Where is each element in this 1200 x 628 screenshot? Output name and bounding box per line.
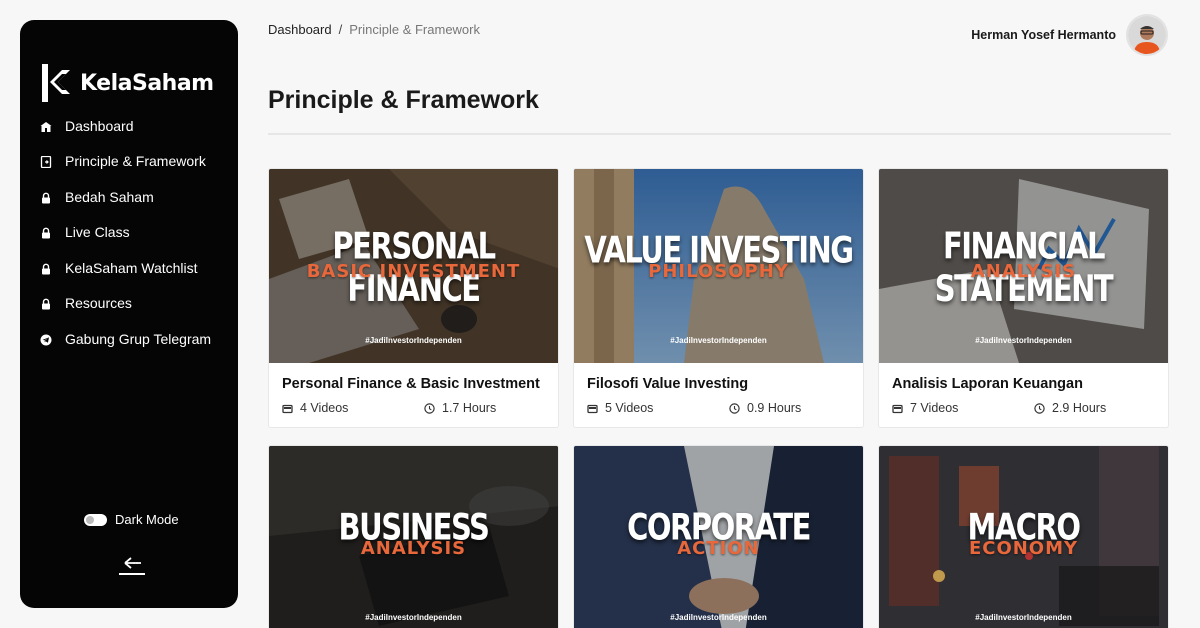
- sidebar-item-watchlist[interactable]: KelaSaham Watchlist: [40, 250, 230, 286]
- course-thumbnail: VALUE INVESTING PHILOSOPHY #JadiInvestor…: [574, 169, 863, 363]
- user-name: Herman Yosef Hermanto: [971, 28, 1116, 42]
- sidebar-item-label: Resources: [65, 295, 132, 312]
- thumbnail-subtitle: PHILOSOPHY: [648, 261, 789, 282]
- dark-mode-toggle[interactable]: Dark Mode: [84, 512, 179, 527]
- thumbnail-subtitle: BASIC INVESTMENT: [306, 261, 521, 282]
- app-name: KelaSaham: [80, 70, 214, 96]
- video-count-label: 5 Videos: [605, 401, 654, 415]
- thumbnail-hashtag: #JadiInvestorIndependen: [365, 336, 462, 345]
- video-icon: [892, 403, 903, 414]
- course-card[interactable]: CORPORATE ACTION #JadiInvestorIndependen: [573, 445, 864, 628]
- course-card[interactable]: VALUE INVESTING PHILOSOPHY #JadiInvestor…: [573, 168, 864, 428]
- sidebar-item-label: Dashboard: [65, 117, 134, 134]
- duration-label: 1.7 Hours: [442, 401, 497, 415]
- avatar[interactable]: [1126, 14, 1168, 56]
- arrow-left-icon: [117, 557, 147, 581]
- user-menu[interactable]: Herman Yosef Hermanto: [971, 14, 1168, 56]
- duration: 0.9 Hours: [729, 401, 801, 415]
- course-thumbnail: MACRO ECONOMY #JadiInvestorIndependen: [879, 446, 1168, 628]
- thumbnail-hashtag: #JadiInvestorIndependen: [670, 336, 767, 345]
- dark-mode-label: Dark Mode: [115, 512, 179, 527]
- lock-icon: [40, 297, 52, 310]
- sidebar-item-dashboard[interactable]: Dashboard: [40, 108, 230, 144]
- sidebar-item-telegram[interactable]: Gabung Grup Telegram: [40, 321, 230, 357]
- sidebar-item-label: KelaSaham Watchlist: [65, 259, 198, 276]
- video-count-label: 7 Videos: [910, 401, 959, 415]
- sidebar-nav: Dashboard Principle & Framework Bedah Sa…: [40, 108, 230, 357]
- video-count: 4 Videos: [282, 401, 424, 415]
- page-title: Principle & Framework: [268, 86, 539, 114]
- sidebar-item-label: Bedah Saham: [65, 188, 154, 205]
- thumbnail-subtitle: ANALYSIS: [970, 261, 1077, 282]
- divider: [268, 133, 1171, 135]
- duration: 1.7 Hours: [424, 401, 496, 415]
- card-body: Personal Finance & Basic Investment 4 Vi…: [269, 363, 558, 427]
- collapse-sidebar-button[interactable]: [117, 555, 147, 577]
- kelasaham-logo-icon: [40, 62, 74, 104]
- course-card[interactable]: BUSINESS ANALYSIS #JadiInvestorIndepende…: [268, 445, 559, 628]
- sidebar-item-live-class[interactable]: Live Class: [40, 215, 230, 251]
- breadcrumb-dashboard-link[interactable]: Dashboard: [268, 22, 332, 37]
- thumbnail-subtitle: ANALYSIS: [360, 538, 467, 559]
- telegram-icon: [40, 333, 52, 346]
- sidebar-item-label: Gabung Grup Telegram: [65, 330, 212, 347]
- sidebar: KelaSaham Dashboard Principle & Framewor…: [20, 20, 238, 608]
- duration: 2.9 Hours: [1034, 401, 1106, 415]
- course-card[interactable]: MACRO ECONOMY #JadiInvestorIndependen: [878, 445, 1169, 628]
- breadcrumb: Dashboard / Principle & Framework: [268, 22, 480, 37]
- sidebar-item-principle-framework[interactable]: Principle & Framework: [40, 144, 230, 180]
- course-card[interactable]: FINANCIAL STATEMENT ANALYSIS #JadiInvest…: [878, 168, 1169, 428]
- thumbnail-hashtag: #JadiInvestorIndependen: [975, 336, 1072, 345]
- app-logo[interactable]: KelaSaham: [40, 62, 214, 104]
- course-meta: 5 Videos 0.9 Hours: [587, 401, 849, 415]
- sidebar-item-resources[interactable]: Resources: [40, 286, 230, 322]
- card-body: Filosofi Value Investing 5 Videos 0.9 Ho…: [574, 363, 863, 427]
- lock-icon: [40, 262, 52, 275]
- video-icon: [282, 403, 293, 414]
- video-count-label: 4 Videos: [300, 401, 349, 415]
- sidebar-item-bedah-saham[interactable]: Bedah Saham: [40, 179, 230, 215]
- breadcrumb-current: Principle & Framework: [349, 22, 480, 37]
- document-icon: [40, 155, 52, 169]
- course-meta: 7 Videos 2.9 Hours: [892, 401, 1154, 415]
- duration-label: 0.9 Hours: [747, 401, 802, 415]
- duration-label: 2.9 Hours: [1052, 401, 1107, 415]
- toggle-switch[interactable]: [84, 513, 107, 526]
- thumbnail-hashtag: #JadiInvestorIndependen: [975, 613, 1072, 622]
- course-title: Personal Finance & Basic Investment: [282, 376, 540, 392]
- course-thumbnail: CORPORATE ACTION #JadiInvestorIndependen: [574, 446, 863, 628]
- sidebar-item-label: Principle & Framework: [65, 153, 206, 170]
- course-title: Analisis Laporan Keuangan: [892, 376, 1083, 392]
- clock-icon: [424, 402, 435, 414]
- course-card[interactable]: PERSONAL FINANCE BASIC INVESTMENT #JadiI…: [268, 168, 559, 428]
- video-count: 7 Videos: [892, 401, 1034, 415]
- clock-icon: [729, 402, 740, 414]
- course-thumbnail: BUSINESS ANALYSIS #JadiInvestorIndepende…: [269, 446, 558, 628]
- course-meta: 4 Videos 1.7 Hours: [282, 401, 544, 415]
- course-thumbnail: PERSONAL FINANCE BASIC INVESTMENT #JadiI…: [269, 169, 558, 363]
- thumbnail-subtitle: ECONOMY: [968, 538, 1079, 559]
- course-thumbnail: FINANCIAL STATEMENT ANALYSIS #JadiInvest…: [879, 169, 1168, 363]
- breadcrumb-separator: /: [338, 22, 343, 37]
- course-title: Filosofi Value Investing: [587, 376, 749, 392]
- thumbnail-subtitle: ACTION: [677, 538, 760, 559]
- lock-icon: [40, 191, 52, 204]
- sidebar-item-label: Live Class: [65, 224, 130, 241]
- video-icon: [587, 403, 598, 414]
- lock-icon: [40, 226, 52, 239]
- clock-icon: [1034, 402, 1045, 414]
- thumbnail-hashtag: #JadiInvestorIndependen: [670, 613, 767, 622]
- video-count: 5 Videos: [587, 401, 729, 415]
- card-body: Analisis Laporan Keuangan 7 Videos 2.9 H…: [879, 363, 1168, 427]
- home-icon: [40, 120, 52, 132]
- thumbnail-hashtag: #JadiInvestorIndependen: [365, 613, 462, 622]
